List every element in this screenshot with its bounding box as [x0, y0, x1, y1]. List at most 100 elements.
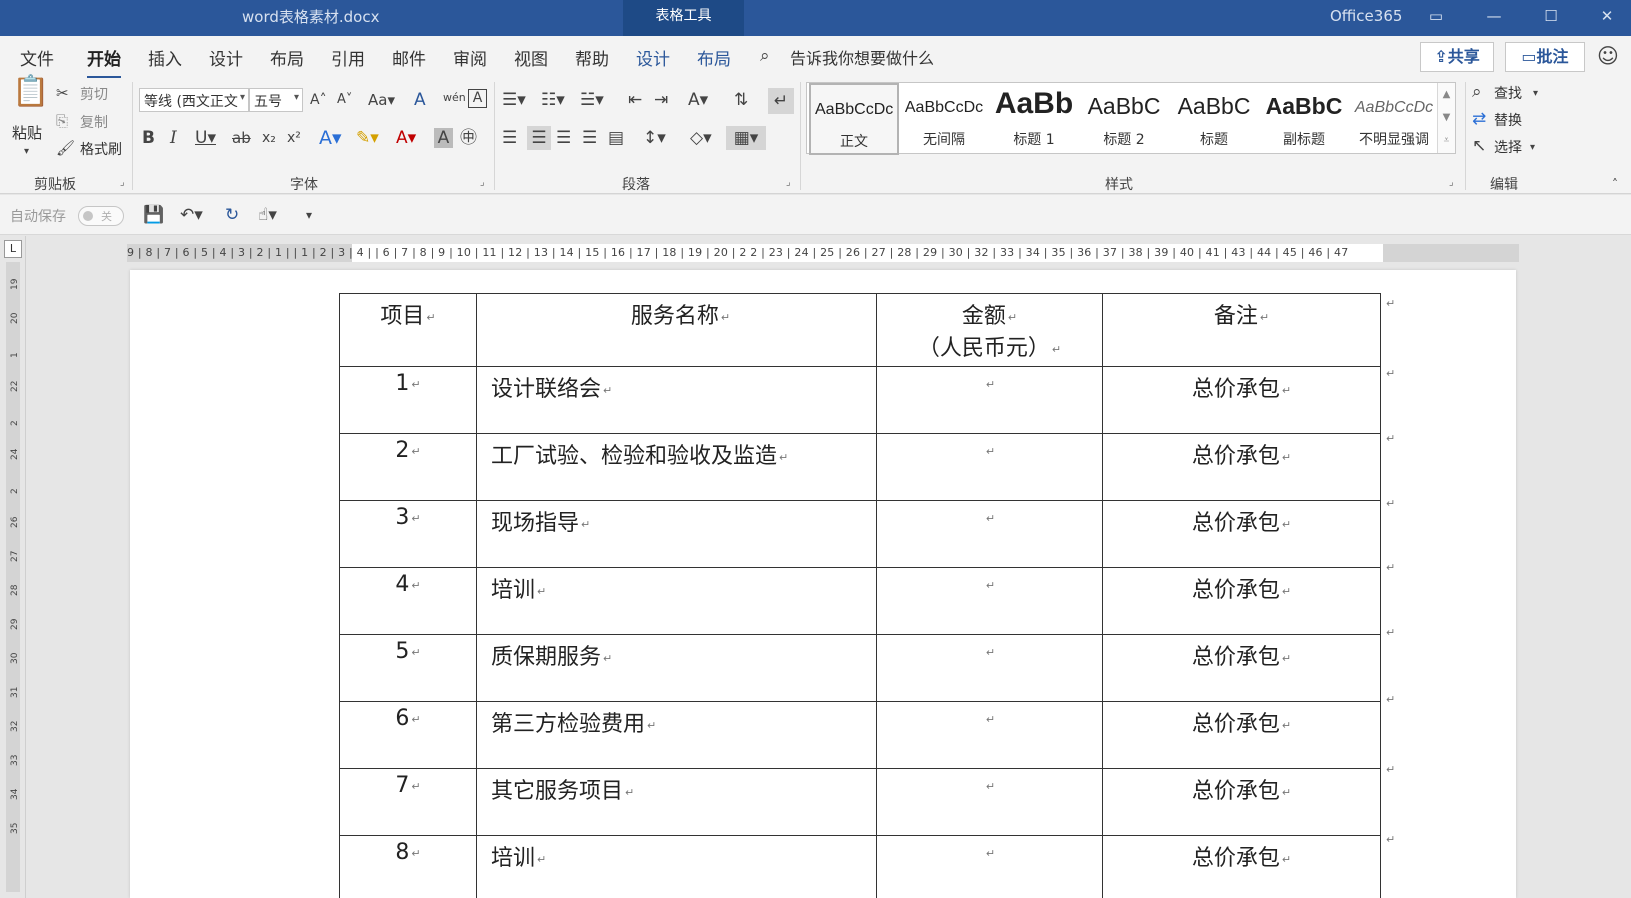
table-tools-context-tab[interactable]: 表格工具 [623, 0, 744, 36]
format-painter-icon[interactable]: 🖌 [56, 138, 75, 158]
scissors-icon[interactable]: ✂ [56, 83, 69, 103]
cell-amount[interactable]: ↵ [876, 701, 1103, 769]
find-button[interactable]: 查找 [1494, 83, 1522, 103]
document-page[interactable]: 项目 ↵ 服务名称 ↵ 金额 ↵ （人民币元） ↵ 备注 ↵ 1 ↵ 设计联络会 ↵ ↵ 总价承包 ↵ 2… [130, 270, 1516, 898]
chevron-up-icon[interactable]: ▲ [1438, 83, 1455, 106]
tab-review[interactable]: 审阅 [453, 45, 487, 70]
character-shading-icon[interactable]: A [434, 128, 453, 148]
tab-table-layout[interactable]: 布局 [697, 45, 731, 70]
cell-item-number[interactable]: 4 ↵ [339, 567, 477, 635]
font-size-select[interactable]: 五号 ▾ [249, 88, 303, 112]
cell-item-number[interactable]: 5 ↵ [339, 634, 477, 702]
cell-item-number[interactable]: 1 ↵ [339, 366, 477, 434]
find-icon[interactable]: ⌕ [1472, 82, 1482, 102]
cell-service-name[interactable]: 培训 ↵ [476, 567, 877, 635]
bold-icon[interactable]: B [142, 128, 155, 148]
touch-mode-icon[interactable]: ☝▾ [258, 205, 277, 225]
grow-font-icon[interactable]: A˄ [310, 90, 327, 110]
select-cursor-icon[interactable]: ↖ [1472, 136, 1486, 156]
distributed-icon[interactable]: ▤ [608, 128, 624, 148]
style-no-spacing[interactable]: AaBbCcDc 无间隔 [899, 83, 989, 155]
header-cell-amount[interactable]: 金额 ↵ （人民币元） ↵ [876, 293, 1103, 367]
enclose-characters-icon[interactable]: ㊥ [460, 128, 477, 148]
style-heading-1[interactable]: AaBb 标题 1 [989, 83, 1079, 155]
subscript-icon[interactable]: x₂ [262, 128, 276, 148]
gallery-scrollbar[interactable]: ▲ ▼ ⩡ [1437, 83, 1455, 153]
header-cell-service-name[interactable]: 服务名称 ↵ [476, 293, 877, 367]
multilevel-list-icon[interactable]: ☱▾ [580, 90, 604, 110]
cell-note[interactable]: 总价承包 ↵ [1102, 634, 1381, 702]
line-spacing-icon[interactable]: ↕▾ [643, 128, 666, 148]
align-right-icon[interactable]: ☰ [556, 128, 571, 148]
close-icon[interactable]: ✕ [1597, 6, 1617, 26]
cell-note[interactable]: 总价承包 ↵ [1102, 433, 1381, 501]
style-subtitle[interactable]: AaBbC 副标题 [1259, 83, 1349, 155]
style-subtle-emphasis[interactable]: AaBbCcDc 不明显强调 [1349, 83, 1439, 155]
comments-button[interactable]: ▭批注 [1505, 42, 1585, 72]
asian-layout-icon[interactable]: A▾ [688, 90, 708, 110]
tab-table-design[interactable]: 设计 [636, 45, 670, 70]
superscript-icon[interactable]: x² [287, 128, 301, 148]
cell-amount[interactable]: ↵ [876, 835, 1103, 898]
chevron-down-icon[interactable]: ▾ [1530, 138, 1535, 158]
paste-dropdown-icon[interactable]: ▾ [24, 142, 29, 162]
tab-help[interactable]: 帮助 [575, 45, 609, 70]
replace-button[interactable]: 替换 [1494, 110, 1522, 130]
phonetic-guide-icon[interactable]: wén [443, 88, 466, 108]
service-table[interactable]: 项目 ↵ 服务名称 ↵ 金额 ↵ （人民币元） ↵ 备注 ↵ 1 ↵ 设计联络会 ↵ ↵ 总价承包 ↵ 2… [339, 293, 1381, 898]
cell-item-number[interactable]: 3 ↵ [339, 500, 477, 568]
cell-amount[interactable]: ↵ [876, 366, 1103, 434]
autosave-toggle[interactable]: 关 [78, 206, 124, 226]
minimize-icon[interactable]: — [1484, 6, 1504, 26]
paragraph-launcher-icon[interactable]: ⌟ [786, 177, 791, 188]
feedback-smiley-icon[interactable]: ☺ [1597, 44, 1619, 68]
cell-note[interactable]: 总价承包 ↵ [1102, 768, 1381, 836]
underline-icon[interactable]: U▾ [195, 128, 216, 148]
decrease-indent-icon[interactable]: ⇤ [628, 90, 642, 110]
cell-service-name[interactable]: 现场指导 ↵ [476, 500, 877, 568]
show-formatting-marks-icon[interactable]: ↵ [768, 88, 794, 114]
ribbon-display-icon[interactable]: ▭ [1426, 6, 1446, 26]
cell-amount[interactable]: ↵ [876, 500, 1103, 568]
align-center-icon[interactable]: ☰ [527, 126, 551, 150]
select-button[interactable]: 选择 [1494, 137, 1522, 157]
style-normal[interactable]: AaBbCcDc 正文 [809, 83, 899, 155]
shrink-font-icon[interactable]: A˅ [337, 90, 352, 110]
paste-button[interactable]: 粘贴 [12, 122, 42, 143]
cell-service-name[interactable]: 培训 ↵ [476, 835, 877, 898]
align-left-icon[interactable]: ☰ [502, 128, 517, 148]
maximize-icon[interactable]: ☐ [1541, 6, 1561, 26]
undo-icon[interactable]: ↶▾ [180, 205, 203, 225]
bullets-icon[interactable]: ☰▾ [502, 90, 526, 110]
copy-icon[interactable]: ⎘ [56, 111, 68, 131]
chevron-down-icon[interactable]: ▾ [1533, 84, 1538, 104]
numbering-icon[interactable]: ☷▾ [541, 90, 565, 110]
font-name-select[interactable]: 等线 (西文正文 ▾ [139, 88, 249, 112]
cell-service-name[interactable]: 第三方检验费用 ↵ [476, 701, 877, 769]
cell-note[interactable]: 总价承包 ↵ [1102, 366, 1381, 434]
styles-launcher-icon[interactable]: ⌟ [1449, 177, 1454, 188]
cell-item-number[interactable]: 7 ↵ [339, 768, 477, 836]
tab-references[interactable]: 引用 [331, 45, 365, 70]
style-title[interactable]: AaBbC 标题 [1169, 83, 1259, 155]
change-case-icon[interactable]: Aa▾ [368, 90, 395, 110]
clipboard-launcher-icon[interactable]: ⌟ [120, 177, 125, 188]
justify-icon[interactable]: ☰ [582, 128, 597, 148]
increase-indent-icon[interactable]: ⇥ [654, 90, 668, 110]
shading-icon[interactable]: ◇▾ [690, 128, 712, 148]
tab-selector[interactable]: L [4, 240, 22, 258]
cell-item-number[interactable]: 8 ↵ [339, 835, 477, 898]
redo-icon[interactable]: ↻ [225, 205, 239, 225]
tab-layout[interactable]: 布局 [270, 45, 304, 70]
collapse-ribbon-icon[interactable]: ˄ [1612, 174, 1618, 194]
tab-view[interactable]: 视图 [514, 45, 548, 70]
share-button[interactable]: ⇪共享 [1420, 42, 1494, 72]
lightbulb-search-icon[interactable]: ⌕ [760, 46, 770, 66]
style-heading-2[interactable]: AaBbC 标题 2 [1079, 83, 1169, 155]
clear-formatting-icon[interactable]: A [414, 90, 426, 110]
tab-insert[interactable]: 插入 [148, 45, 182, 70]
italic-icon[interactable]: I [170, 128, 177, 148]
cell-item-number[interactable]: 2 ↵ [339, 433, 477, 501]
replace-icon[interactable]: ⇄ [1472, 109, 1486, 129]
cell-service-name[interactable]: 质保期服务 ↵ [476, 634, 877, 702]
